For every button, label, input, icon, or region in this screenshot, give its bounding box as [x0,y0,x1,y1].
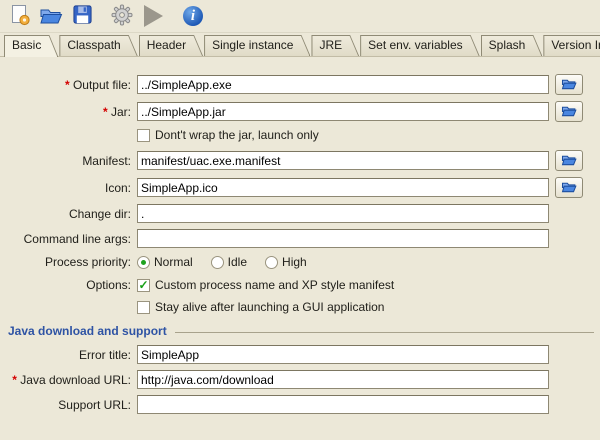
output-file-label: Output file: [73,78,131,92]
radio-idle-label: Idle [228,255,247,269]
test-wrapper-button[interactable] [140,3,166,29]
tab-set-env-variables[interactable]: Set env. variables [360,35,480,56]
tab-header[interactable]: Header [139,35,203,56]
error-title-row: Error title: [0,345,600,364]
change-dir-input[interactable] [137,204,549,223]
java-download-url-row: Java download URL: [0,370,600,389]
folder-icon [561,153,577,169]
run-play-icon [144,5,163,27]
process-priority-row: Process priority: Normal Idle High [0,255,600,269]
support-url-input[interactable] [137,395,549,414]
dont-wrap-label: Dont't wrap the jar, launch only [155,128,319,142]
priority-high-option[interactable]: High [265,255,307,269]
tab-single-instance[interactable]: Single instance [204,35,310,56]
save-floppy-icon [72,4,93,28]
priority-normal-option[interactable]: Normal [137,255,193,269]
support-url-row: Support URL: [0,395,600,414]
change-dir-label: Change dir: [69,207,131,221]
tab-classpath[interactable]: Classpath [59,35,137,56]
java-download-url-label: Java download URL: [20,373,131,387]
jar-label: Jar: [111,105,131,119]
custom-process-name-checkbox[interactable] [137,279,150,292]
basic-tab-panel: Output file: Jar: Dont't wrap the jar, l… [0,57,600,414]
options-label: Options: [86,278,131,292]
manifest-row: Manifest: [0,150,600,171]
custom-process-name-label: Custom process name and XP style manifes… [155,278,394,292]
required-marker [103,105,111,119]
change-dir-row: Change dir: [0,204,600,223]
radio-normal-label: Normal [154,255,193,269]
tab-version-info[interactable]: Version Info [543,35,600,56]
output-file-browse-button[interactable] [555,74,583,95]
manifest-input[interactable] [137,151,549,170]
support-url-label: Support URL: [58,398,131,412]
error-title-label: Error title: [79,348,131,362]
icon-row: Icon: [0,177,600,198]
icon-input[interactable] [137,178,549,197]
manifest-label: Manifest: [82,154,131,168]
jar-row: Jar: [0,101,600,122]
cmd-args-label: Command line args: [24,232,131,246]
output-file-row: Output file: [0,74,600,95]
cmd-args-input[interactable] [137,229,549,248]
radio-high-label: High [282,255,307,269]
toolbar: i [0,0,600,33]
new-document-icon [9,4,31,29]
java-download-section-header: Java download and support [0,324,600,338]
icon-browse-button[interactable] [555,177,583,198]
section-separator-line [175,332,594,333]
radio-idle[interactable] [211,256,224,269]
info-icon: i [183,6,203,26]
stay-alive-checkbox[interactable] [137,301,150,314]
options-row-2: Stay alive after launching a GUI applica… [0,300,600,314]
section-title: Java download and support [8,324,167,338]
error-title-input[interactable] [137,345,549,364]
cmd-args-row: Command line args: [0,229,600,248]
manifest-browse-button[interactable] [555,150,583,171]
gear-icon [111,4,133,29]
tab-splash[interactable]: Splash [481,35,543,56]
radio-high[interactable] [265,256,278,269]
stay-alive-label: Stay alive after launching a GUI applica… [155,300,384,314]
folder-icon [561,77,577,93]
jar-browse-button[interactable] [555,101,583,122]
tab-basic[interactable]: Basic [4,35,58,57]
tab-jre[interactable]: JRE [311,35,359,56]
build-wrapper-button[interactable] [109,3,135,29]
dont-wrap-row: Dont't wrap the jar, launch only [0,128,600,142]
about-button[interactable]: i [180,3,206,29]
dont-wrap-checkbox[interactable] [137,129,150,142]
new-config-button[interactable] [7,3,33,29]
process-priority-label: Process priority: [45,255,131,269]
open-folder-icon [39,5,63,28]
radio-normal[interactable] [137,256,150,269]
priority-idle-option[interactable]: Idle [211,255,247,269]
required-marker [65,78,73,92]
output-file-input[interactable] [137,75,549,94]
folder-icon [561,180,577,196]
options-row-1: Options: Custom process name and XP styl… [0,278,600,292]
folder-icon [561,104,577,120]
save-config-button[interactable] [69,3,95,29]
jar-input[interactable] [137,102,549,121]
java-download-url-input[interactable] [137,370,549,389]
tab-bar: Basic Classpath Header Single instance J… [0,33,600,57]
icon-label: Icon: [105,181,131,195]
open-config-button[interactable] [38,3,64,29]
